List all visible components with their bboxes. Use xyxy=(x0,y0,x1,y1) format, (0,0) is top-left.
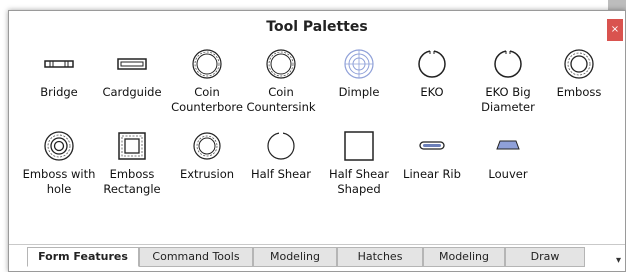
tool-label: Bridge xyxy=(40,85,78,99)
half-shear-shaped-icon xyxy=(344,131,374,161)
tab-modeling-2[interactable]: Modeling xyxy=(423,247,505,267)
tool-label: Emboss Rectangle xyxy=(103,167,161,196)
cardguide-icon xyxy=(117,58,147,70)
tool-linear-rib[interactable]: Linear Rib xyxy=(393,129,471,182)
half-shear-icon xyxy=(267,131,295,160)
tool-dimple[interactable]: Dimple xyxy=(320,47,398,100)
coin-counterbore-icon xyxy=(192,49,222,79)
tool-label: Half Shear xyxy=(250,167,312,181)
tool-grid: Bridge Cardguide Coin Counterbore Coin C… xyxy=(9,47,601,247)
dimple-icon xyxy=(344,49,374,79)
tool-label: Half Shear Shaped xyxy=(328,167,390,196)
tool-emboss[interactable]: Emboss xyxy=(540,47,618,100)
close-button[interactable]: × xyxy=(607,19,623,41)
tool-half-shear-shaped[interactable]: Half Shear Shaped xyxy=(320,129,398,197)
tool-extrusion[interactable]: Extrusion xyxy=(168,129,246,182)
tool-coin-countersink[interactable]: Coin Countersink xyxy=(242,47,320,115)
tool-label: Emboss xyxy=(556,85,602,99)
tool-label: Extrusion xyxy=(179,167,235,181)
tool-label: Louver xyxy=(488,167,528,181)
tool-bridge[interactable]: Bridge xyxy=(20,47,98,100)
tool-emboss-rectangle[interactable]: Emboss Rectangle xyxy=(93,129,171,197)
title-bar[interactable]: Tool Palettes × xyxy=(9,11,625,45)
extrusion-icon xyxy=(193,132,221,160)
louver-icon xyxy=(496,140,520,150)
tool-label: Dimple xyxy=(338,85,380,99)
tab-form-features[interactable]: Form Features xyxy=(27,247,139,267)
tool-label: Linear Rib xyxy=(403,167,461,181)
eko-big-diameter-icon xyxy=(494,49,522,78)
tool-cardguide[interactable]: Cardguide xyxy=(93,47,171,100)
tool-label: EKO Big Diameter xyxy=(481,85,535,114)
tool-palettes-window: Tool Palettes × Bridge Cardguide Coin Co… xyxy=(8,10,626,272)
tool-half-shear[interactable]: Half Shear xyxy=(242,129,320,182)
coin-countersink-icon xyxy=(266,49,296,79)
tab-draw[interactable]: Draw xyxy=(505,247,585,267)
tool-eko[interactable]: EKO xyxy=(393,47,471,100)
tab-command-tools[interactable]: Command Tools xyxy=(139,247,253,267)
tool-eko-big-diameter[interactable]: EKO Big Diameter xyxy=(469,47,547,115)
emboss-rectangle-icon xyxy=(118,132,146,160)
tool-emboss-with-hole[interactable]: Emboss with hole xyxy=(20,129,98,197)
emboss-icon xyxy=(564,49,594,79)
tool-louver[interactable]: Louver xyxy=(469,129,547,182)
tool-label: Emboss with hole xyxy=(22,167,96,196)
tab-modeling[interactable]: Modeling xyxy=(253,247,337,267)
bridge-icon xyxy=(44,60,74,68)
tool-label: Coin Counterbore xyxy=(171,85,243,114)
tool-label: EKO xyxy=(420,85,444,99)
palette-tab-bar: Form Features Command Tools Modeling Hat… xyxy=(9,244,625,271)
window-title: Tool Palettes xyxy=(266,19,368,35)
linear-rib-icon xyxy=(419,141,445,150)
eko-icon xyxy=(418,49,446,78)
tabs-overflow-icon[interactable]: ▾ xyxy=(616,255,621,266)
tab-hatches[interactable]: Hatches xyxy=(337,247,423,267)
emboss-with-hole-icon xyxy=(44,131,74,161)
tool-label: Coin Countersink xyxy=(246,85,316,114)
tool-coin-counterbore[interactable]: Coin Counterbore xyxy=(168,47,246,115)
tool-label: Cardguide xyxy=(102,85,162,99)
